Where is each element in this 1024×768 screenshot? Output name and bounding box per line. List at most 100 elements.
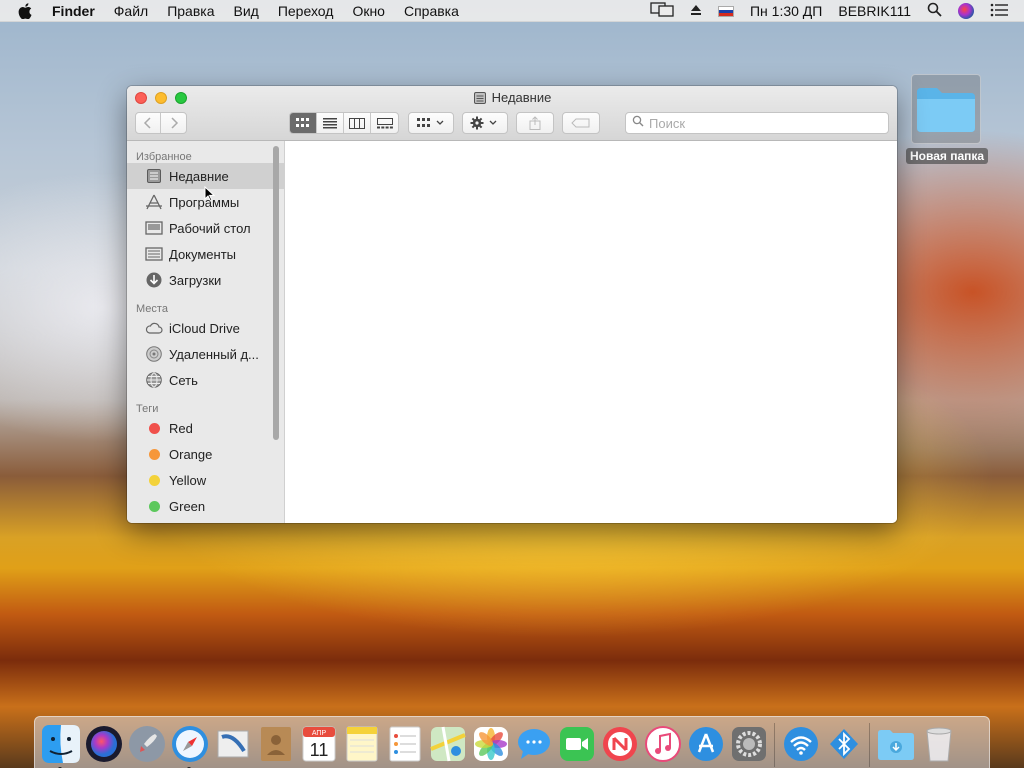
nav-back-forward [135,112,187,134]
notification-center-icon[interactable] [990,3,1008,20]
finder-window: Недавние Поиск Избранное Недавние Програ… [127,86,897,523]
dock: АПР 11 [34,716,990,768]
folder-icon [911,74,981,144]
documents-icon [145,245,163,263]
itunes-icon[interactable] [641,722,684,765]
siri-icon[interactable] [82,722,125,765]
calendar-icon[interactable]: АПР 11 [297,722,340,765]
sidebar-item-label: Документы [169,246,237,262]
sidebar-item-label: Рабочий стол [169,220,251,236]
applications-icon [145,193,163,211]
photos-icon[interactable] [469,722,512,765]
edit-tags-button[interactable] [562,112,600,134]
spotlight-search-icon[interactable] [927,2,942,20]
arrange-menu-button[interactable] [408,112,454,134]
sidebar-header-locations: Места [136,303,168,315]
dock-separator [774,723,775,767]
sidebar-item-label: Сеть [169,372,198,388]
messages-icon[interactable] [512,722,555,765]
desktop-new-folder[interactable]: Новая папка [906,74,989,165]
tag-yellow-dot-icon [145,471,163,489]
mouse-cursor-icon [204,185,216,207]
search-field[interactable] [625,112,889,134]
back-button[interactable] [136,113,162,133]
window-titlebar[interactable]: Недавние [127,86,897,141]
sidebar-header-tags: Теги [136,403,159,415]
gallery-view-button[interactable] [371,113,398,133]
menu-window[interactable]: Окно [352,3,385,19]
bluetooth-icon[interactable] [822,722,865,765]
sidebar-item-remote-disc[interactable]: Удаленный д... [127,341,284,367]
finder-icon[interactable] [39,722,82,768]
downloads-icon [145,271,163,289]
menu-edit[interactable]: Правка [167,3,214,19]
action-gear-button[interactable] [462,112,508,134]
trash-icon[interactable] [917,722,960,765]
desktop-icon [145,219,163,237]
sidebar-item-label: Green [169,498,206,514]
dock-separator [869,723,870,767]
sidebar-tag-orange[interactable]: Orange [127,441,284,467]
system-preferences-icon[interactable] [727,722,770,765]
sidebar-tag-yellow[interactable]: Yellow [127,467,284,493]
menubar-user[interactable]: BEBRIK111 [838,3,911,19]
tag-red-dot-icon [145,419,163,437]
app-store-icon[interactable] [684,722,727,765]
column-view-button[interactable] [344,113,371,133]
tag-green-dot-icon [145,497,163,515]
sidebar-scrollbar[interactable] [273,146,279,440]
sidebar-item-label: Yellow [169,472,207,488]
news-icon[interactable] [598,722,641,765]
mail-icon[interactable] [211,722,254,765]
window-title-text: Недавние [491,90,552,105]
downloads-stack-icon[interactable] [874,722,917,765]
tag-orange-dot-icon [145,445,163,463]
forward-button[interactable] [161,113,186,133]
recents-icon [473,91,487,105]
sidebar-item-label: iCloud Drive [169,320,240,336]
facetime-icon[interactable] [555,722,598,765]
maps-icon[interactable] [426,722,469,765]
menu-help[interactable]: Справка [404,3,459,19]
sidebar-header-favorites: Избранное [136,151,192,163]
wifi-icon[interactable] [779,722,822,765]
sidebar-item-network[interactable]: Сеть [127,367,284,393]
desktop-folder-label: Новая папка [906,148,989,164]
list-view-button[interactable] [317,113,344,133]
siri-menubar-icon[interactable] [958,3,974,19]
menu-view[interactable]: Вид [234,3,259,19]
sidebar-tag-red[interactable]: Red [127,415,284,441]
apple-menu-icon[interactable] [18,2,38,19]
contacts-icon[interactable] [254,722,297,765]
icon-view-button[interactable] [290,113,317,133]
sidebar-item-label: Удаленный д... [169,346,259,362]
menubar-clock[interactable]: Пн 1:30 ДП [750,3,822,19]
launchpad-icon[interactable] [125,722,168,765]
safari-icon[interactable] [168,722,211,768]
file-content-area[interactable] [286,141,897,523]
menu-bar: Finder Файл Правка Вид Переход Окно Спра… [0,0,1024,22]
share-button[interactable] [516,112,554,134]
sidebar-item-label: Orange [169,446,213,462]
calendar-day-label: 11 [309,740,328,760]
input-source-flag-icon[interactable] [717,5,734,17]
eject-icon[interactable] [690,3,702,19]
app-menu-finder[interactable]: Finder [52,3,95,19]
sidebar-item-desktop[interactable]: Рабочий стол [127,215,284,241]
menu-file[interactable]: Файл [114,3,148,19]
window-title: Недавние [127,90,897,105]
sidebar-item-label: Загрузки [169,272,222,288]
sidebar-item-documents[interactable]: Документы [127,241,284,267]
sidebar-item-downloads[interactable]: Загрузки [127,267,284,293]
notes-icon[interactable] [340,722,383,765]
remote-disc-icon [145,345,163,363]
search-input[interactable] [649,115,869,131]
display-mirroring-icon[interactable] [650,1,674,21]
search-icon [632,114,644,132]
sidebar-tag-green[interactable]: Green [127,493,284,519]
reminders-icon[interactable] [383,722,426,765]
network-icon [145,371,163,389]
recents-icon [145,167,163,185]
sidebar-item-icloud-drive[interactable]: iCloud Drive [127,315,284,341]
menu-go[interactable]: Переход [278,3,334,19]
